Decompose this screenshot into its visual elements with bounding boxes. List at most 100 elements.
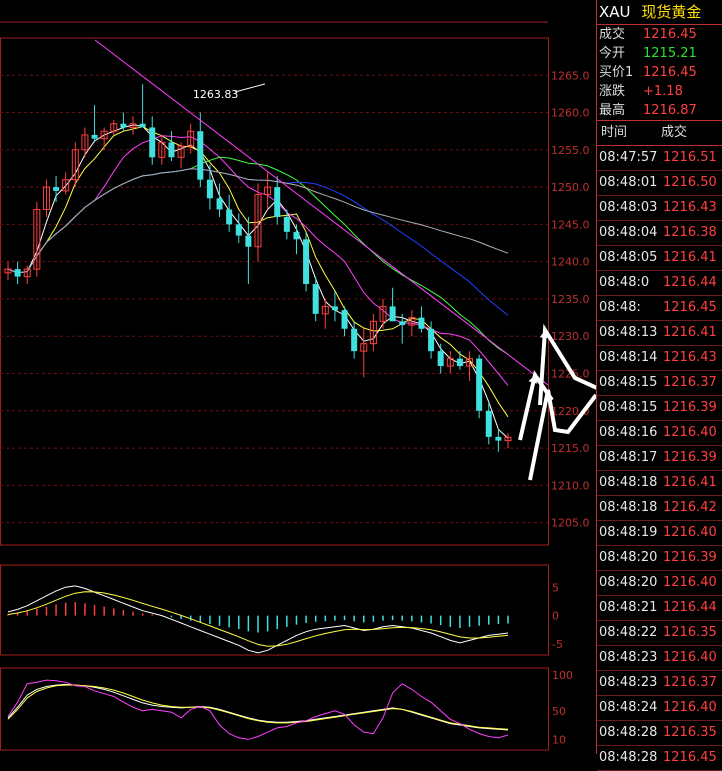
- tick-time: 08:48:23: [599, 675, 658, 690]
- tick-row[interactable]: 08:48:20 1216.40: [597, 571, 722, 596]
- tick-row[interactable]: 08:48:21 1216.44: [597, 596, 722, 621]
- tick-row[interactable]: 08:48:18 1216.41: [597, 471, 722, 496]
- candle-body: [312, 284, 319, 314]
- y-tick-label: 1250.0: [551, 181, 590, 194]
- tick-row[interactable]: 08:48:23 1216.37: [597, 671, 722, 696]
- tick-price: 1216.41: [663, 475, 717, 490]
- tick-price: 1216.40: [663, 650, 717, 665]
- tick-row[interactable]: 08:48:15 1216.37: [597, 371, 722, 396]
- ticks-header-time: 时间: [601, 125, 628, 140]
- tick-price: 1216.41: [663, 250, 717, 265]
- tick-time: 08:48:20: [599, 575, 658, 590]
- tick-row[interactable]: 08:48:15 1216.39: [597, 396, 722, 421]
- quote-label: 买价1: [599, 65, 634, 80]
- tick-time: 08:48:28: [599, 725, 658, 740]
- annotation-pointer: [234, 83, 266, 93]
- tick-row[interactable]: 08:48:04 1216.38: [597, 221, 722, 246]
- kdj-line: [7, 679, 509, 740]
- candle-body: [293, 231, 300, 240]
- tick-row[interactable]: 08:48: 1216.45: [597, 296, 722, 321]
- tick-row[interactable]: 08:48:03 1216.43: [597, 196, 722, 221]
- candle-body: [418, 317, 425, 329]
- tick-row[interactable]: 08:48:05 1216.41: [597, 246, 722, 271]
- quote-value: +1.18: [643, 84, 683, 99]
- quote-header: XAU 现货黄金: [597, 0, 722, 25]
- candle-body: [476, 358, 483, 411]
- tick-time: 08:48:18: [599, 475, 658, 490]
- tick-price: 1216.42: [663, 500, 717, 515]
- trend-line: [94, 39, 549, 386]
- tick-time: 08:48:18: [599, 500, 658, 515]
- quote-row: 买价1 1216.45: [597, 63, 722, 82]
- tick-time: 08:48:03: [599, 200, 658, 215]
- candle-body: [235, 224, 242, 236]
- candle-body: [168, 142, 175, 158]
- instrument-name: 现货黄金: [641, 3, 702, 21]
- y-tick-label: 1235.0: [551, 293, 590, 306]
- candle-body: [399, 321, 406, 326]
- quote-row: 涨跌 +1.18: [597, 82, 722, 101]
- candle-body: [331, 306, 338, 311]
- y-tick-label: 1210.0: [551, 479, 590, 492]
- tick-price: 1216.44: [663, 275, 717, 290]
- y-tick-label: 1205.0: [551, 517, 590, 530]
- macd-tick-label: 0: [552, 610, 559, 623]
- tick-price: 1216.35: [663, 625, 717, 640]
- chart-area: 1265.0 1260.0 1255.0 1250.0 1245.0 1240.0 1235…: [0, 0, 652, 754]
- tick-price: 1216.39: [663, 450, 717, 465]
- tick-price: 1216.45: [663, 750, 717, 765]
- tick-price: 1216.39: [663, 400, 717, 415]
- tick-time: 08:48:: [599, 300, 641, 315]
- tick-time: 08:48:21: [599, 600, 658, 615]
- tick-time: 08:48:05: [599, 250, 658, 265]
- candle-body: [303, 239, 310, 285]
- tick-price: 1216.35: [663, 725, 717, 740]
- tick-row[interactable]: 08:48:0 1216.44: [597, 271, 722, 296]
- tick-row[interactable]: 08:48:13 1216.41: [597, 321, 722, 346]
- candle-body: [495, 436, 502, 441]
- tick-price: 1216.40: [663, 575, 717, 590]
- tick-time: 08:48:13: [599, 325, 658, 340]
- tick-price: 1216.37: [663, 675, 717, 690]
- tick-row[interactable]: 08:48:24 1216.40: [597, 696, 722, 721]
- kdj-line: [7, 683, 509, 731]
- quote-label: 最高: [599, 103, 626, 118]
- tick-time: 08:48:20: [599, 550, 658, 565]
- tick-row[interactable]: 08:48:22 1216.35: [597, 621, 722, 646]
- tick-row[interactable]: 08:48:19 1216.40: [597, 521, 722, 546]
- tick-price: 1216.44: [663, 600, 717, 615]
- tick-row[interactable]: 08:48:20 1216.39: [597, 546, 722, 571]
- kdj-frame: [0, 667, 549, 751]
- tick-row[interactable]: 08:48:18 1216.42: [597, 496, 722, 521]
- candle-body: [245, 235, 252, 247]
- tick-row[interactable]: 08:48:17 1216.39: [597, 446, 722, 471]
- candle-body: [283, 216, 290, 232]
- tick-price: 1216.50: [663, 175, 717, 190]
- tick-time: 08:48:15: [599, 400, 658, 415]
- tick-row[interactable]: 08:48:16 1216.40: [597, 421, 722, 446]
- macd-tick-label: -5: [552, 638, 563, 651]
- tick-list[interactable]: 08:47:57 1216.51 08:48:01 1216.50 08:48:03 12…: [597, 146, 722, 771]
- candle-body: [274, 187, 281, 217]
- tick-row[interactable]: 08:48:28 1216.45: [597, 746, 722, 771]
- macd-tick-label: 5: [552, 582, 559, 595]
- candle-body: [341, 310, 348, 329]
- candle-body: [428, 328, 435, 352]
- tick-row[interactable]: 08:48:14 1216.43: [597, 346, 722, 371]
- tick-price: 1216.37: [663, 375, 717, 390]
- tick-price: 1216.39: [663, 550, 717, 565]
- ticks-header: 时间 成交: [597, 120, 722, 146]
- tick-price: 1216.43: [663, 200, 717, 215]
- tick-row[interactable]: 08:48:28 1216.35: [597, 721, 722, 746]
- tick-row[interactable]: 08:47:57 1216.51: [597, 146, 722, 171]
- chart-svg: 1265.0 1260.0 1255.0 1250.0 1245.0 1240.0 1235…: [0, 21, 652, 751]
- y-tick-label: 1215.0: [551, 442, 590, 455]
- tick-row[interactable]: 08:48:01 1216.50: [597, 171, 722, 196]
- quote-panel: XAU 现货黄金 成交 1216.45 今开 1215.21 买价1 1216.45 涨跌 +…: [596, 0, 722, 771]
- tick-time: 08:48:0: [599, 275, 650, 290]
- quote-row: 最高 1216.87: [597, 101, 722, 120]
- tick-row[interactable]: 08:48:23 1216.40: [597, 646, 722, 671]
- y-tick-label: 1230.0: [551, 330, 590, 343]
- candles: [4, 84, 512, 452]
- tick-price: 1216.40: [663, 425, 717, 440]
